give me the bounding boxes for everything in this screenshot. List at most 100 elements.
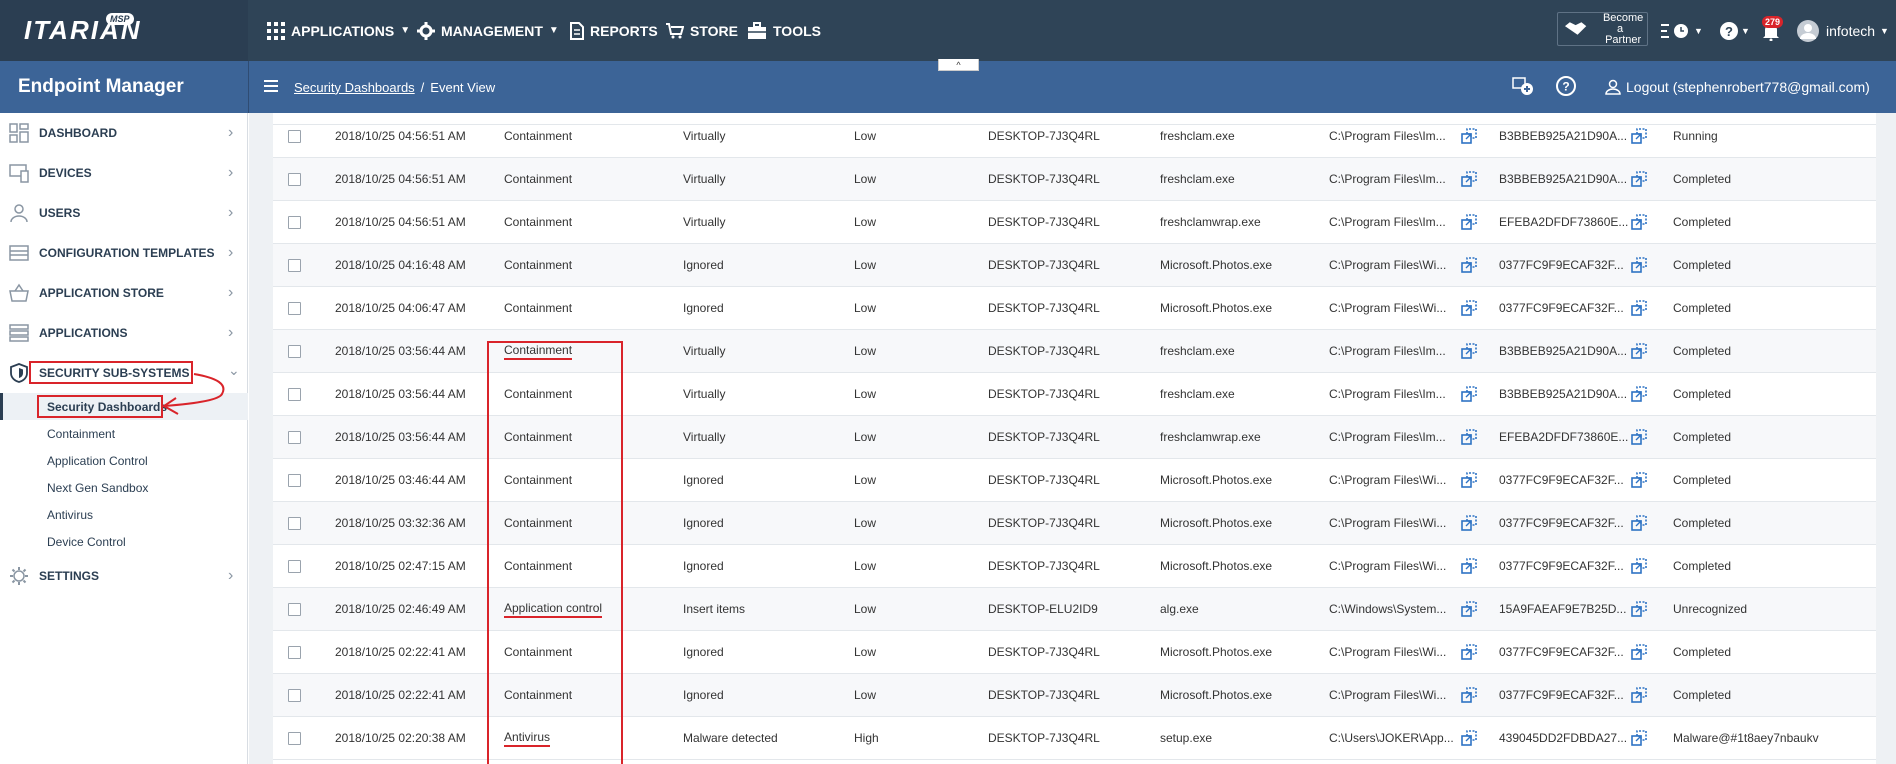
recent-activity-menu[interactable]: ▼ [1661, 0, 1703, 61]
file-hash: 15A9FAEAF9E7B25D... [1499, 588, 1626, 631]
copy-path-icon[interactable] [1461, 385, 1477, 402]
copy-hash-icon[interactable] [1631, 385, 1647, 402]
copy-hash-icon[interactable] [1631, 729, 1647, 746]
copy-hash-icon[interactable] [1631, 686, 1647, 703]
row-checkbox[interactable] [288, 516, 301, 530]
become-partner-button[interactable]: Become a Partner [1557, 12, 1648, 46]
table-row[interactable]: 2018/10/25 04:56:51 AM Containment Virtual… [273, 157, 1876, 201]
copy-path-icon[interactable] [1461, 729, 1477, 746]
sidebar-item-dashboard[interactable]: DASHBOARD › [0, 113, 248, 153]
row-checkbox[interactable] [288, 215, 301, 229]
copy-hash-icon[interactable] [1631, 127, 1647, 144]
row-checkbox[interactable] [288, 258, 301, 272]
sidebar-item-devices[interactable]: DEVICES › [0, 153, 248, 193]
copy-path-icon[interactable] [1461, 686, 1477, 703]
table-row[interactable]: 2018/10/25 04:56:51 AM Containment Virtual… [273, 115, 1876, 158]
help-menu[interactable]: ? ▼ [1720, 0, 1750, 61]
event-action: Virtually [683, 115, 725, 158]
row-checkbox[interactable] [288, 301, 301, 315]
copy-path-icon[interactable] [1461, 643, 1477, 660]
table-row[interactable]: 2018/10/25 03:56:44 AM Containment Virtual… [273, 373, 1876, 416]
sidebar-subitem-next-gen-sandbox[interactable]: Next Gen Sandbox [0, 474, 248, 501]
table-row[interactable]: 2018/10/25 04:16:48 AM Containment Ignored… [273, 243, 1876, 287]
row-checkbox[interactable] [288, 430, 301, 444]
copy-path-icon[interactable] [1461, 514, 1477, 531]
table-row[interactable]: 2018/10/25 03:46:44 AM Containment Ignored… [273, 459, 1876, 502]
file-hash: 0377FC9F9ECAF32F... [1499, 244, 1624, 287]
table-row[interactable]: 2018/10/25 02:22:41 AM Containment Ignored… [273, 673, 1876, 717]
nav-applications[interactable]: APPLICATIONS ▼ [267, 0, 410, 61]
sidebar-subitem-containment[interactable]: Containment [0, 420, 248, 447]
table-row[interactable]: 2018/10/25 04:56:51 AM Containment Virtual… [273, 201, 1876, 244]
table-row[interactable]: 2018/10/25 03:32:36 AM Containment Ignored… [273, 501, 1876, 545]
copy-hash-icon[interactable] [1631, 471, 1647, 488]
row-checkbox[interactable] [288, 602, 301, 616]
copy-hash-icon[interactable] [1631, 170, 1647, 187]
collapse-header-button[interactable]: ^ [938, 59, 979, 71]
event-status: Completed [1673, 502, 1731, 545]
copy-path-icon[interactable] [1461, 471, 1477, 488]
copy-path-icon[interactable] [1461, 256, 1477, 273]
copy-path-icon[interactable] [1461, 428, 1477, 445]
copy-hash-icon[interactable] [1631, 213, 1647, 230]
copy-path-icon[interactable] [1461, 600, 1477, 617]
nav-store[interactable]: STORE [666, 0, 738, 61]
row-checkbox[interactable] [288, 559, 301, 573]
copy-path-icon[interactable] [1461, 557, 1477, 574]
copy-path-icon[interactable] [1461, 127, 1477, 144]
help-circle-icon[interactable]: ? [1555, 75, 1577, 97]
copy-path-icon[interactable] [1461, 299, 1477, 316]
table-row[interactable]: 2018/10/25 02:46:49 AM Application contro… [273, 587, 1876, 631]
copy-hash-icon[interactable] [1631, 514, 1647, 531]
file-hash-text: 0377FC9F9ECAF32F... [1499, 516, 1624, 530]
nav-management[interactable]: MANAGEMENT ▼ [417, 0, 559, 61]
event-date: 2018/10/25 03:46:44 AM [335, 459, 466, 502]
device-name-text: DESKTOP-7J3Q4RL [988, 688, 1100, 702]
table-row[interactable]: 2018/10/25 04:06:47 AM Containment Ignored… [273, 287, 1876, 330]
sidebar-item-users[interactable]: USERS › [0, 193, 248, 233]
event-type-text: Antivirus [504, 730, 551, 747]
row-checkbox[interactable] [288, 645, 301, 659]
hamburger-menu-icon[interactable] [264, 80, 278, 92]
sidebar-subitem-application-control[interactable]: Application Control [0, 447, 248, 474]
copy-path-icon[interactable] [1461, 342, 1477, 359]
notifications-button[interactable] [1762, 0, 1780, 61]
copy-hash-icon[interactable] [1631, 600, 1647, 617]
brand-logo[interactable]: ITARIAN MSP [0, 0, 248, 61]
sidebar-item-configuration-templates[interactable]: CONFIGURATION TEMPLATES › [0, 233, 248, 273]
nav-reports[interactable]: REPORTS [570, 0, 658, 61]
sidebar-item-applications[interactable]: APPLICATIONS › [0, 313, 248, 353]
copy-path-icon[interactable] [1461, 213, 1477, 230]
breadcrumb-security-dashboards[interactable]: Security Dashboards [294, 80, 415, 95]
event-severity: Low [854, 674, 876, 717]
row-checkbox[interactable] [288, 387, 301, 401]
row-checkbox[interactable] [288, 172, 301, 186]
add-device-icon[interactable] [1512, 75, 1534, 97]
row-checkbox[interactable] [288, 731, 301, 745]
row-checkbox[interactable] [288, 129, 301, 143]
row-checkbox[interactable] [288, 344, 301, 358]
table-row[interactable]: 2018/10/25 02:20:38 AM Antivirus Malware d… [273, 717, 1876, 760]
sidebar-item-settings[interactable]: SETTINGS › [0, 556, 248, 596]
copy-hash-icon[interactable] [1631, 299, 1647, 316]
copy-hash-icon[interactable] [1631, 342, 1647, 359]
sidebar-subitem-antivirus[interactable]: Antivirus [0, 501, 248, 528]
table-row[interactable]: 2018/10/25 03:56:44 AM Containment Virtual… [273, 415, 1876, 459]
nav-tools[interactable]: TOOLS [747, 0, 821, 61]
copy-hash-icon[interactable] [1631, 643, 1647, 660]
basket-icon [9, 283, 29, 303]
copy-hash-icon[interactable] [1631, 256, 1647, 273]
logout-button[interactable]: Logout (stephenrobert778@gmail.com) [1605, 61, 1870, 113]
table-row[interactable]: 2018/10/25 03:56:44 AM Containment Virtual… [273, 329, 1876, 373]
row-checkbox[interactable] [288, 688, 301, 702]
copy-hash-icon[interactable] [1631, 557, 1647, 574]
sidebar-subitem-device-control[interactable]: Device Control [0, 528, 248, 555]
row-checkbox[interactable] [288, 473, 301, 487]
user-menu[interactable]: infotech ▼ [1797, 0, 1889, 61]
copy-path-icon[interactable] [1461, 170, 1477, 187]
grid-icon [267, 21, 285, 40]
copy-hash-icon[interactable] [1631, 428, 1647, 445]
table-row[interactable]: 2018/10/25 02:47:15 AM Containment Ignored… [273, 545, 1876, 588]
table-row[interactable]: 2018/10/25 02:22:41 AM Containment Ignored… [273, 631, 1876, 674]
sidebar-item-application-store[interactable]: APPLICATION STORE › [0, 273, 248, 313]
